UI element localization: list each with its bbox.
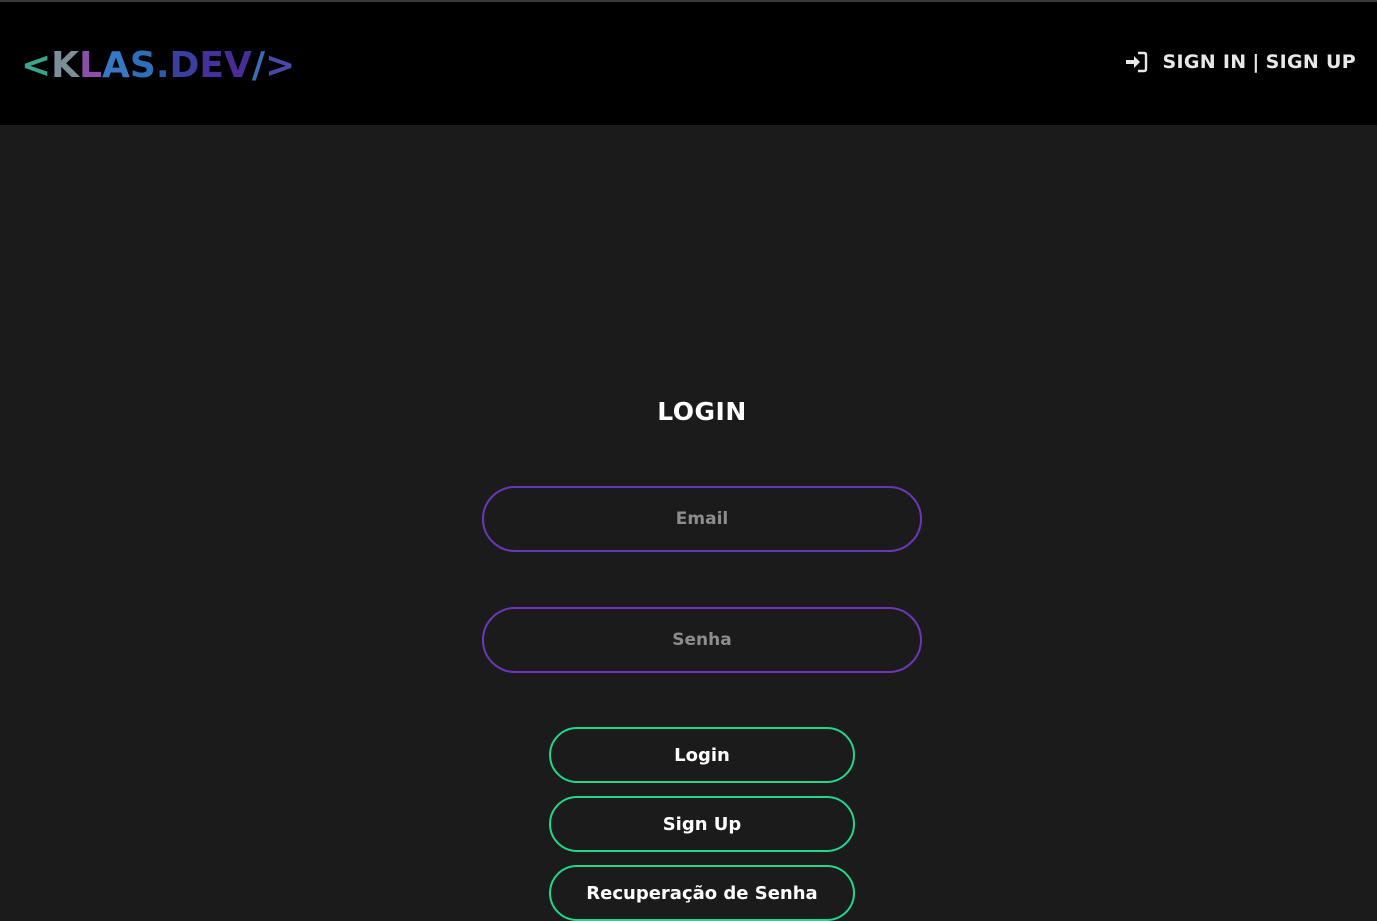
- logo-char: <: [21, 45, 52, 86]
- auth-separator: |: [1252, 51, 1260, 73]
- sign-up-link[interactable]: SIGN UP: [1266, 51, 1356, 73]
- email-field[interactable]: [482, 486, 922, 552]
- sign-up-button[interactable]: Sign Up: [549, 796, 855, 852]
- login-section: LOGIN Login Sign Up Recuperação de Senha: [0, 125, 1377, 921]
- password-recovery-button[interactable]: Recuperação de Senha: [549, 865, 855, 921]
- logo-char: K: [51, 45, 80, 86]
- sign-in-link[interactable]: SIGN IN: [1162, 51, 1246, 73]
- password-field[interactable]: [482, 607, 922, 673]
- site-logo[interactable]: <KLAS.DEV/>: [21, 46, 295, 86]
- login-button[interactable]: Login: [549, 727, 855, 783]
- logo-char: .: [155, 45, 170, 86]
- sign-in-icon[interactable]: [1124, 51, 1148, 73]
- page-title: LOGIN: [657, 397, 747, 426]
- logo-char: E: [199, 45, 225, 86]
- logo-char: >: [265, 45, 296, 86]
- site-header: <KLAS.DEV/> SIGN IN | SIGN UP: [0, 2, 1377, 125]
- logo-char: V: [224, 45, 252, 86]
- logo-char: D: [169, 45, 200, 86]
- logo-char: L: [79, 45, 103, 86]
- logo-char: A: [102, 45, 130, 86]
- logo-char: /: [251, 45, 266, 86]
- logo-char: S: [129, 45, 156, 86]
- auth-nav: SIGN IN | SIGN UP: [1124, 51, 1356, 73]
